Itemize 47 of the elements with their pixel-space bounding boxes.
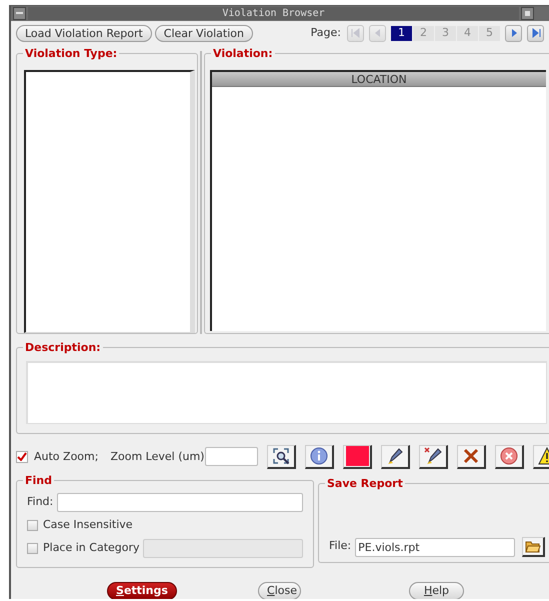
tool-button[interactable] — [457, 444, 486, 469]
tool-button[interactable] — [267, 444, 296, 469]
find-field[interactable] — [57, 492, 303, 512]
option-checkbox[interactable] — [27, 520, 38, 531]
square-icon — [524, 10, 531, 17]
cross-icon — [462, 447, 480, 466]
page-number-button[interactable]: 1 — [391, 26, 412, 41]
tool-button[interactable] — [343, 444, 372, 469]
checkmark-icon — [17, 452, 27, 462]
group-title: Violation Type: — [23, 46, 120, 62]
column-header: LOCATION — [212, 72, 546, 87]
page-label: Page: — [310, 24, 341, 41]
window-menu-button[interactable] — [13, 6, 26, 20]
skip-icon — [348, 26, 362, 40]
stop-circle-icon — [500, 447, 518, 466]
page-next-button[interactable] — [505, 24, 522, 42]
option-checkbox[interactable] — [27, 542, 38, 554]
find-label: Find: — [27, 494, 54, 510]
info-icon — [310, 447, 328, 466]
dialog-button[interactable]: Help — [409, 582, 464, 599]
tool-button[interactable] — [419, 444, 448, 469]
pen-cross-icon — [424, 447, 442, 466]
toolbar-button[interactable]: Clear Violation — [154, 24, 253, 42]
window-maximize-button[interactable] — [521, 6, 534, 20]
auto-zoom-label: Auto Zoom; — [34, 448, 98, 465]
dialog-button[interactable]: Settings — [107, 582, 177, 599]
file-field[interactable]: PE.viols.rpt — [355, 538, 516, 557]
browse-button[interactable] — [522, 536, 546, 557]
group-title: Description: — [23, 340, 103, 356]
option-label: Case Insensitive — [43, 517, 133, 534]
toolbar-button[interactable]: Load Violation Report — [16, 24, 152, 42]
group-title: Save Report — [325, 476, 405, 492]
pen-icon — [386, 447, 404, 466]
category-field[interactable] — [143, 538, 303, 558]
tool-button[interactable] — [495, 444, 524, 469]
tool-button[interactable] — [305, 444, 334, 469]
auto-zoom-checkbox[interactable] — [16, 450, 28, 463]
zoom-level-field[interactable] — [205, 447, 258, 466]
zoom-level-label: Zoom Level (um) — [110, 448, 204, 465]
window-title: Violation Browser — [222, 6, 325, 21]
option-label: Place in Category — [43, 540, 140, 556]
folder-icon — [525, 539, 542, 554]
page-last-button[interactable] — [527, 24, 544, 42]
file-label: File: — [329, 538, 352, 554]
tool-button[interactable] — [381, 444, 410, 469]
dialog-button[interactable]: Close — [258, 582, 301, 599]
zoom-fit-icon — [272, 447, 290, 466]
